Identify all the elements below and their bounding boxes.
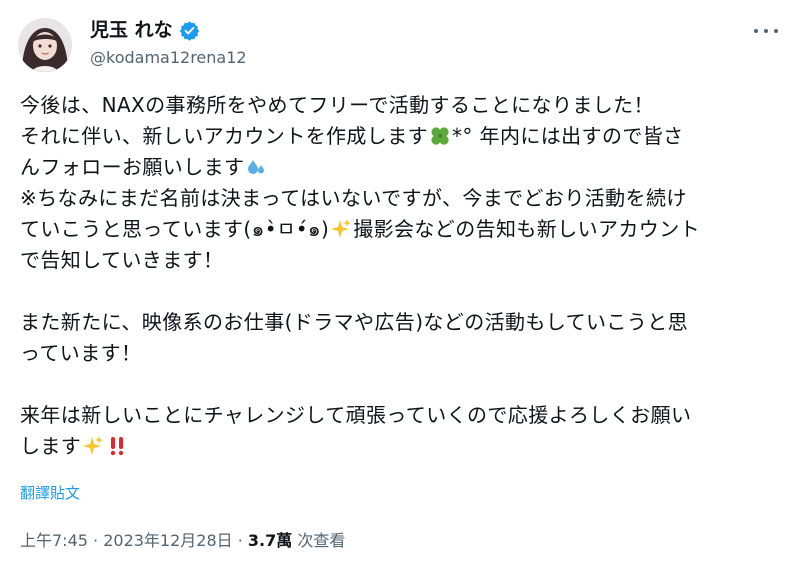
post-time[interactable]: 上午7:45 [20, 531, 88, 550]
tweet-line: 来年は新しいことにチャレンジして頑張っていくので応援よろしくお願い [20, 403, 692, 427]
name-row: 児玉 れな [90, 18, 200, 42]
double-exclamation-icon [106, 435, 128, 457]
tweet-line: 今後は、NAXの事務所をやめてフリーで活動することになりました！ [20, 93, 654, 117]
tweet-line: また新たに、映像系のお仕事(ドラマや広告)などの活動もしていこうと思 [20, 310, 689, 334]
translate-post-link[interactable]: 翻譯貼文 [20, 483, 80, 503]
tweet-metadata: 上午7:45 · 2023年12月28日 · 3.7萬 次查看 [20, 530, 345, 552]
views-count: 3.7萬 [247, 531, 293, 550]
post-date[interactable]: 2023年12月28日 [103, 531, 232, 550]
views-label: 次查看 [292, 531, 346, 550]
tweet-line: それに伴い、新しいアカウントを作成します *° 年内には出すので皆さ [20, 124, 684, 148]
separator: · [87, 531, 104, 550]
display-name[interactable]: 児玉 れな [90, 18, 173, 42]
tweet-line: ※ちなみにまだ名前は決まってはいないですが、今までどおり活動を続け [20, 186, 687, 210]
tweet-line: します [20, 431, 790, 462]
separator: · [232, 531, 248, 550]
sparkles-icon [82, 435, 104, 457]
four-leaf-clover-icon [429, 125, 451, 147]
tweet-text: 今後は、NAXの事務所をやめてフリーで活動することになりました！ それに伴い、新… [20, 90, 790, 462]
verified-badge-icon [179, 20, 200, 41]
tweet-line: んフォローお願いします [20, 152, 790, 183]
tweet-line: っています！ [20, 341, 142, 365]
user-handle[interactable]: @kodama12rena12 [90, 47, 247, 69]
tweet-line: ていこうと思っています(๑•̀ㅁ•́๑) 撮影会などの告知も新しいアカウント [20, 217, 701, 241]
tweet-card: 児玉 れな @kodama12rena12 今後は、NAXの事務所をやめてフリー… [0, 0, 800, 566]
tweet-line: で告知していきます！ [20, 248, 224, 272]
avatar[interactable] [18, 18, 72, 72]
sparkles-icon [330, 218, 352, 240]
sweat-droplets-icon [245, 156, 267, 178]
more-options-icon[interactable] [754, 26, 778, 36]
